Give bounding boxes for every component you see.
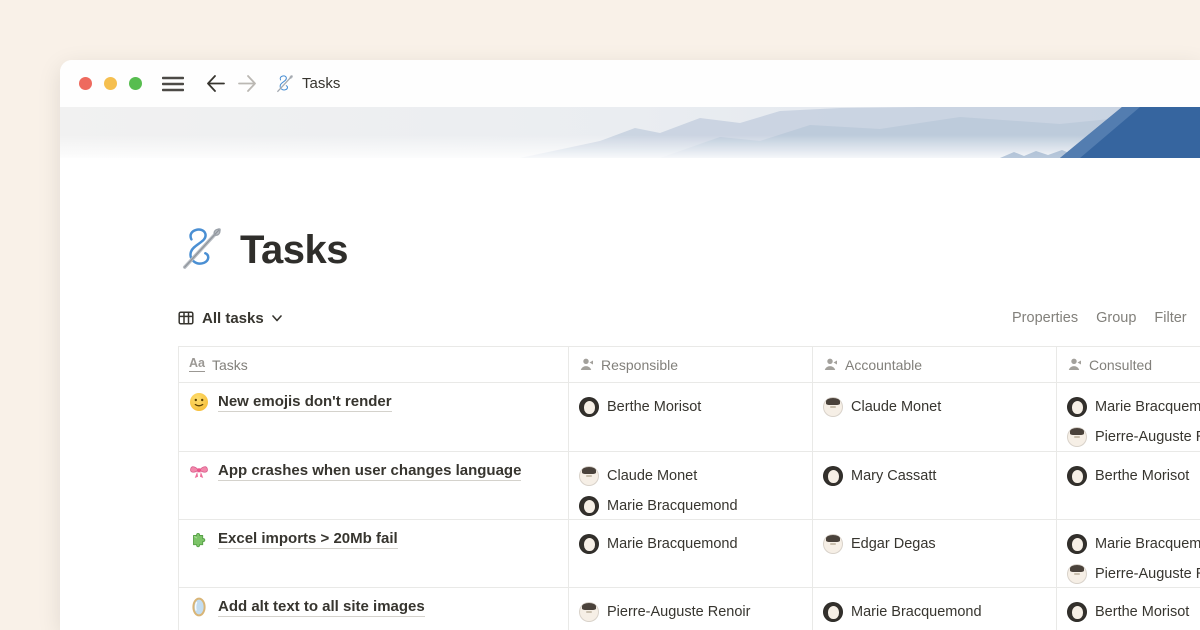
- breadcrumb[interactable]: Tasks: [302, 75, 340, 92]
- responsible-cell: Claude Monet Marie Bracquemond: [569, 452, 813, 519]
- consulted-cell: Berthe Morisot: [1057, 452, 1200, 519]
- table-row: App crashes when user changes language C…: [179, 452, 1200, 520]
- view-bar: All tasks Properties Group Filter: [178, 300, 1200, 336]
- page-header: Tasks: [178, 222, 1200, 278]
- puzzle-piece-icon: [189, 529, 209, 549]
- filter-button[interactable]: Filter: [1154, 310, 1186, 326]
- task-page-link[interactable]: Add alt text to all site images: [189, 597, 556, 617]
- task-title-cell: Excel imports > 20Mb fail: [179, 520, 569, 587]
- view-switcher-button[interactable]: All tasks: [178, 310, 282, 327]
- person-chip[interactable]: Berthe Morisot: [1067, 461, 1200, 491]
- desktop-background: Tasks: [0, 0, 1200, 630]
- person-property-icon: [579, 357, 594, 372]
- task-page-link[interactable]: New emojis don't render: [189, 392, 556, 412]
- avatar: [579, 534, 599, 554]
- tasks-table: Aa Tasks Responsible: [178, 346, 1200, 630]
- avatar: [1067, 534, 1087, 554]
- column-header-consulted[interactable]: Consulted: [1057, 347, 1200, 382]
- person-chip[interactable]: Berthe Morisot: [1067, 597, 1200, 627]
- avatar: [823, 534, 843, 554]
- close-window-button[interactable]: [79, 77, 92, 90]
- table-row: New emojis don't render Berthe Morisot C…: [179, 383, 1200, 452]
- zoom-window-button[interactable]: [129, 77, 142, 90]
- properties-button[interactable]: Properties: [1012, 310, 1078, 326]
- table-row: Excel imports > 20Mb fail Marie Bracquem…: [179, 520, 1200, 588]
- task-page-link[interactable]: Excel imports > 20Mb fail: [189, 529, 556, 549]
- task-title: App crashes when user changes language: [218, 462, 521, 481]
- avatar: [579, 397, 599, 417]
- avatar: [823, 397, 843, 417]
- forward-arrow-icon[interactable]: [238, 75, 257, 92]
- accountable-cell: Mary Cassatt: [813, 452, 1057, 519]
- person-chip[interactable]: Marie Bracquemond: [1067, 529, 1200, 559]
- traffic-lights: [79, 77, 142, 90]
- task-title: Excel imports > 20Mb fail: [218, 530, 398, 549]
- mirror-icon: [189, 597, 209, 617]
- avatar: [1067, 397, 1087, 417]
- task-title-cell: New emojis don't render: [179, 383, 569, 451]
- avatar: [1067, 466, 1087, 486]
- responsible-cell: Pierre-Auguste Renoir: [569, 588, 813, 630]
- page-title[interactable]: Tasks: [240, 228, 348, 273]
- avatar: [579, 496, 599, 516]
- responsible-cell: Marie Bracquemond: [569, 520, 813, 587]
- app-window: Tasks: [60, 60, 1200, 630]
- task-title-cell: Add alt text to all site images: [179, 588, 569, 630]
- column-header-accountable[interactable]: Accountable: [813, 347, 1057, 382]
- avatar: [1067, 564, 1087, 584]
- accountable-cell: Marie Bracquemond: [813, 588, 1057, 630]
- person-chip[interactable]: Marie Bracquemond: [579, 529, 800, 559]
- avatar: [1067, 427, 1087, 447]
- group-button[interactable]: Group: [1096, 310, 1136, 326]
- accountable-cell: Edgar Degas: [813, 520, 1057, 587]
- column-header-responsible[interactable]: Responsible: [569, 347, 813, 382]
- person-property-icon: [823, 357, 838, 372]
- person-chip[interactable]: Edgar Degas: [823, 529, 1044, 559]
- ribbon-bow-icon: [189, 461, 209, 481]
- task-page-link[interactable]: App crashes when user changes language: [189, 461, 556, 481]
- view-actions: Properties Group Filter: [1012, 310, 1187, 326]
- avatar: [579, 466, 599, 486]
- avatar: [823, 466, 843, 486]
- avatar: [1067, 602, 1087, 622]
- table-header-row: Aa Tasks Responsible: [179, 347, 1200, 383]
- person-chip[interactable]: Pierre-Auguste Renoir: [579, 597, 800, 627]
- avatar: [823, 602, 843, 622]
- page-icon-needle[interactable]: [178, 225, 224, 276]
- table-view-icon: [178, 310, 194, 326]
- task-title: Add alt text to all site images: [218, 598, 425, 617]
- chevron-down-icon: [272, 315, 282, 322]
- consulted-cell: Marie Bracquemond Pierre-Auguste Renoir: [1057, 520, 1200, 587]
- responsible-cell: Berthe Morisot: [569, 383, 813, 451]
- accountable-cell: Claude Monet: [813, 383, 1057, 451]
- back-arrow-icon[interactable]: [206, 75, 225, 92]
- window-titlebar: Tasks: [60, 60, 1200, 107]
- avatar: [579, 602, 599, 622]
- column-header-tasks[interactable]: Aa Tasks: [179, 347, 569, 382]
- person-chip[interactable]: Claude Monet: [823, 392, 1044, 422]
- page-content: Tasks All tasks Proper: [60, 222, 1200, 630]
- task-title: New emojis don't render: [218, 393, 392, 412]
- person-chip[interactable]: Berthe Morisot: [579, 392, 800, 422]
- person-chip[interactable]: Pierre-Auguste Renoir: [1067, 559, 1200, 587]
- person-property-icon: [1067, 357, 1082, 372]
- minimize-window-button[interactable]: [104, 77, 117, 90]
- person-chip[interactable]: Marie Bracquemond: [823, 597, 1044, 627]
- sidebar-menu-icon[interactable]: [162, 75, 184, 93]
- text-property-icon: Aa: [189, 357, 205, 372]
- task-title-cell: App crashes when user changes language: [179, 452, 569, 519]
- person-chip[interactable]: Marie Bracquemond: [579, 491, 800, 519]
- table-row: Add alt text to all site images Pierre-A…: [179, 588, 1200, 630]
- view-name: All tasks: [202, 310, 264, 327]
- consulted-cell: Berthe Morisot: [1057, 588, 1200, 630]
- slightly-smiling-face-icon: [189, 392, 209, 412]
- person-chip[interactable]: Marie Bracquemond: [1067, 392, 1200, 422]
- person-chip[interactable]: Claude Monet: [579, 461, 800, 491]
- page-needle-icon: [275, 74, 294, 93]
- cover-image: [60, 107, 1200, 158]
- person-chip[interactable]: Pierre-Auguste Renoir: [1067, 422, 1200, 451]
- person-chip[interactable]: Mary Cassatt: [823, 461, 1044, 491]
- consulted-cell: Marie Bracquemond Pierre-Auguste Renoir: [1057, 383, 1200, 451]
